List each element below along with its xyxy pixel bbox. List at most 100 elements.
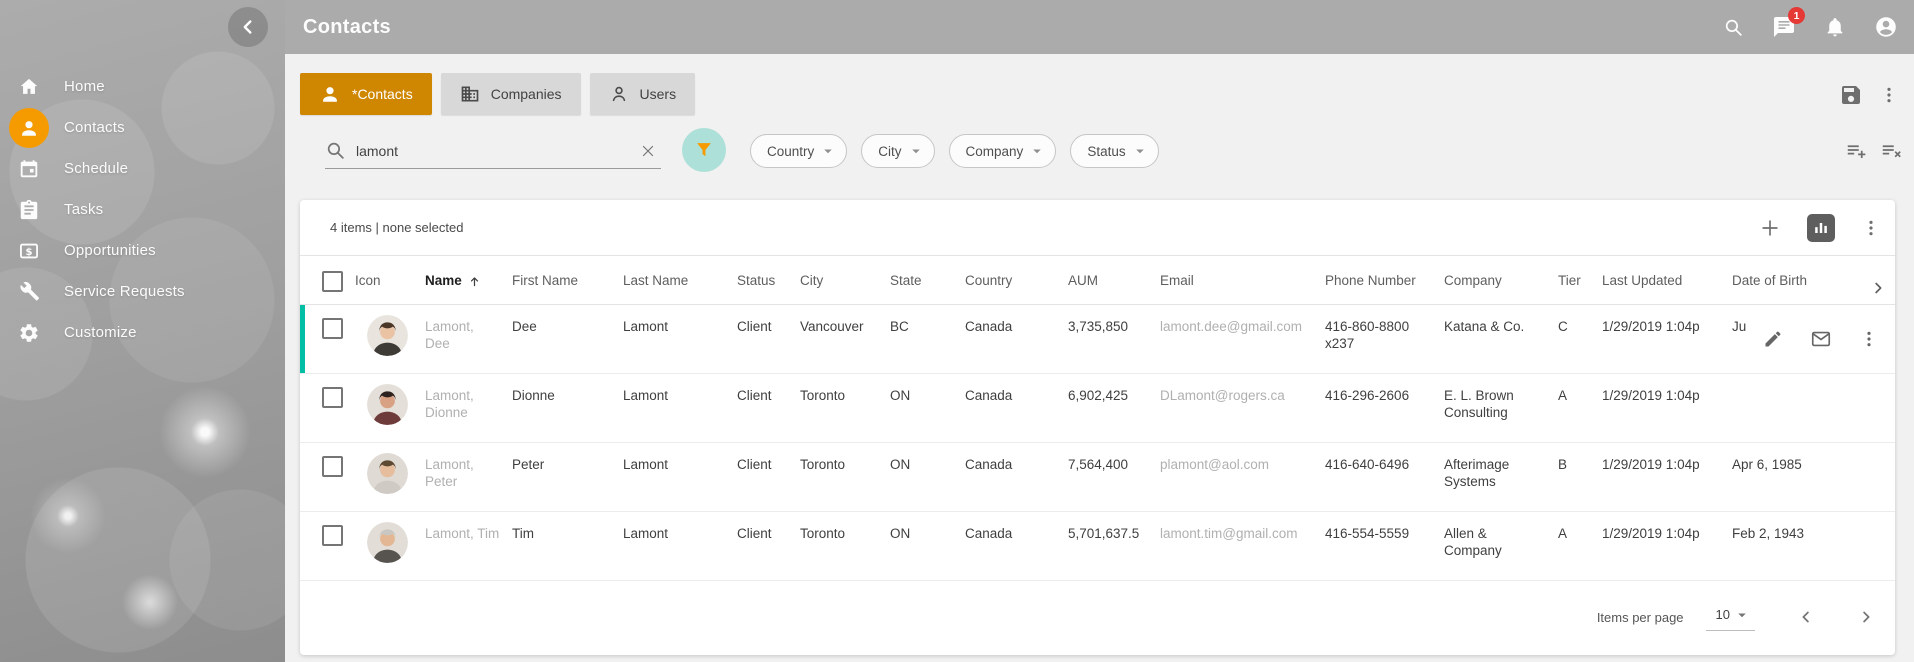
- topbar: Contacts 1: [285, 0, 1914, 54]
- column-header-last-updated[interactable]: Last Updated: [1602, 256, 1732, 304]
- column-header-company[interactable]: Company: [1444, 256, 1558, 304]
- cell-company: Afterimage Systems: [1444, 443, 1558, 511]
- funnel-icon: [693, 139, 715, 161]
- save-icon[interactable]: [1839, 83, 1863, 107]
- filter-chips: Country City Company Status: [750, 134, 1159, 168]
- filter-chip-status[interactable]: Status: [1070, 134, 1158, 168]
- sidebar-item-tasks[interactable]: Tasks: [0, 189, 285, 230]
- clear-search-icon[interactable]: [639, 142, 657, 160]
- cell-status: Client: [737, 443, 800, 511]
- table-more-icon[interactable]: [1861, 218, 1881, 238]
- page-size-select[interactable]: 10: [1706, 604, 1755, 631]
- tasks-icon: [8, 189, 50, 230]
- search-icon[interactable]: [1721, 15, 1745, 39]
- cell-status: Client: [737, 512, 800, 580]
- messages-button[interactable]: 1: [1772, 15, 1796, 39]
- row-checkbox[interactable]: [322, 525, 343, 546]
- filter-chip-city[interactable]: City: [861, 134, 934, 168]
- sidebar-item-label: Service Requests: [64, 283, 185, 300]
- edit-icon[interactable]: [1763, 329, 1783, 349]
- sidebar-item-home[interactable]: Home: [0, 66, 285, 107]
- cell-email: plamont@aol.com: [1160, 443, 1325, 511]
- column-header-name[interactable]: Name: [425, 256, 512, 304]
- cell-first-name: Dionne: [512, 374, 623, 442]
- tab-contacts[interactable]: *Contacts: [300, 73, 432, 115]
- column-header-country[interactable]: Country: [965, 256, 1068, 304]
- cell-aum: 6,902,425: [1068, 374, 1160, 442]
- cell-company: Katana & Co.: [1444, 305, 1558, 373]
- table-row[interactable]: Lamont, DionneDionneLamontClientTorontoO…: [300, 374, 1895, 443]
- svg-text:$: $: [25, 246, 32, 257]
- column-header-first-name[interactable]: First Name: [512, 256, 623, 304]
- avatar: [367, 315, 408, 356]
- column-header-date-of-birth[interactable]: Date of Birth: [1732, 256, 1860, 304]
- items-per-page-label: Items per page: [1597, 610, 1684, 625]
- chip-label: Company: [966, 144, 1024, 159]
- sidebar-item-schedule[interactable]: Schedule: [0, 148, 285, 189]
- contacts-table-card: 4 items | none selected IconNameFirst Na…: [300, 200, 1895, 655]
- scroll-columns-right-icon[interactable]: [1860, 256, 1895, 304]
- add-to-list-icon[interactable]: [1845, 139, 1867, 161]
- page-title: Contacts: [303, 16, 391, 39]
- column-header-state[interactable]: State: [890, 256, 965, 304]
- filter-button[interactable]: [682, 128, 726, 172]
- sidebar: HomeContactsScheduleTasks$Opportunities S…: [0, 0, 285, 662]
- add-contact-icon[interactable]: [1759, 217, 1781, 239]
- sidebar-item-opportunities[interactable]: $Opportunities: [0, 230, 285, 271]
- sidebar-item-customize[interactable]: Customize: [0, 312, 285, 353]
- filter-chip-company[interactable]: Company: [949, 134, 1057, 168]
- cell-email: lamont.dee@gmail.com: [1160, 305, 1325, 373]
- row-more-icon[interactable]: [1859, 329, 1879, 349]
- row-avatar-cell: [355, 443, 425, 511]
- select-all-checkbox[interactable]: [322, 271, 343, 292]
- cell-city: Toronto: [800, 374, 890, 442]
- chip-label: Status: [1087, 144, 1125, 159]
- chip-label: City: [878, 144, 901, 159]
- bell-icon[interactable]: [1823, 15, 1847, 39]
- column-header-icon[interactable]: Icon: [355, 256, 425, 304]
- cell-phone: 416-296-2606: [1325, 374, 1444, 442]
- prev-page-icon[interactable]: [1797, 608, 1815, 626]
- sort-ascending-icon: [468, 275, 481, 288]
- row-checkbox[interactable]: [322, 456, 343, 477]
- person-icon: [319, 83, 341, 105]
- home-icon: [8, 66, 50, 107]
- column-header-phone-number[interactable]: Phone Number: [1325, 256, 1444, 304]
- column-header-aum[interactable]: AUM: [1068, 256, 1160, 304]
- gear-icon: [8, 312, 50, 353]
- tab-companies[interactable]: Companies: [441, 73, 581, 115]
- filter-chip-country[interactable]: Country: [750, 134, 847, 168]
- cell-first-name: Tim: [512, 512, 623, 580]
- chevron-left-icon: [237, 16, 259, 38]
- cell-email: lamont.tim@gmail.com: [1160, 512, 1325, 580]
- table-row[interactable]: Lamont, DeeDeeLamontClientVancouverBCCan…: [300, 305, 1895, 374]
- select-all-cell: [300, 256, 355, 304]
- cell-status: Client: [737, 305, 800, 373]
- clear-list-filter-icon[interactable]: [1880, 139, 1902, 161]
- column-header-status[interactable]: Status: [737, 256, 800, 304]
- table-row[interactable]: Lamont, TimTimLamontClientTorontoONCanad…: [300, 512, 1895, 581]
- table-row[interactable]: Lamont, PeterPeterLamontClientTorontoONC…: [300, 443, 1895, 512]
- row-checkbox[interactable]: [322, 318, 343, 339]
- row-checkbox[interactable]: [322, 387, 343, 408]
- column-header-tier[interactable]: Tier: [1558, 256, 1602, 304]
- more-options-icon[interactable]: [1879, 85, 1899, 105]
- search-input[interactable]: [356, 143, 639, 159]
- next-page-icon[interactable]: [1857, 608, 1875, 626]
- cell-first-name: Peter: [512, 443, 623, 511]
- column-header-city[interactable]: City: [800, 256, 890, 304]
- chart-icon[interactable]: [1807, 214, 1835, 242]
- email-icon[interactable]: [1810, 328, 1832, 350]
- account-icon[interactable]: [1874, 15, 1898, 39]
- column-header-last-name[interactable]: Last Name: [623, 256, 737, 304]
- calendar-icon: [8, 148, 50, 189]
- person-outline-icon: [609, 84, 629, 104]
- tab-users[interactable]: Users: [590, 73, 696, 115]
- column-header-email[interactable]: Email: [1160, 256, 1325, 304]
- cell-date-of-birth: Feb 2, 1943: [1732, 512, 1860, 580]
- sidebar-item-contacts[interactable]: Contacts: [0, 107, 285, 148]
- caret-down-icon: [1028, 142, 1046, 160]
- tab-label: *Contacts: [352, 86, 413, 102]
- sidebar-collapse-button[interactable]: [228, 7, 268, 47]
- sidebar-item-service-requests[interactable]: Service Requests: [0, 271, 285, 312]
